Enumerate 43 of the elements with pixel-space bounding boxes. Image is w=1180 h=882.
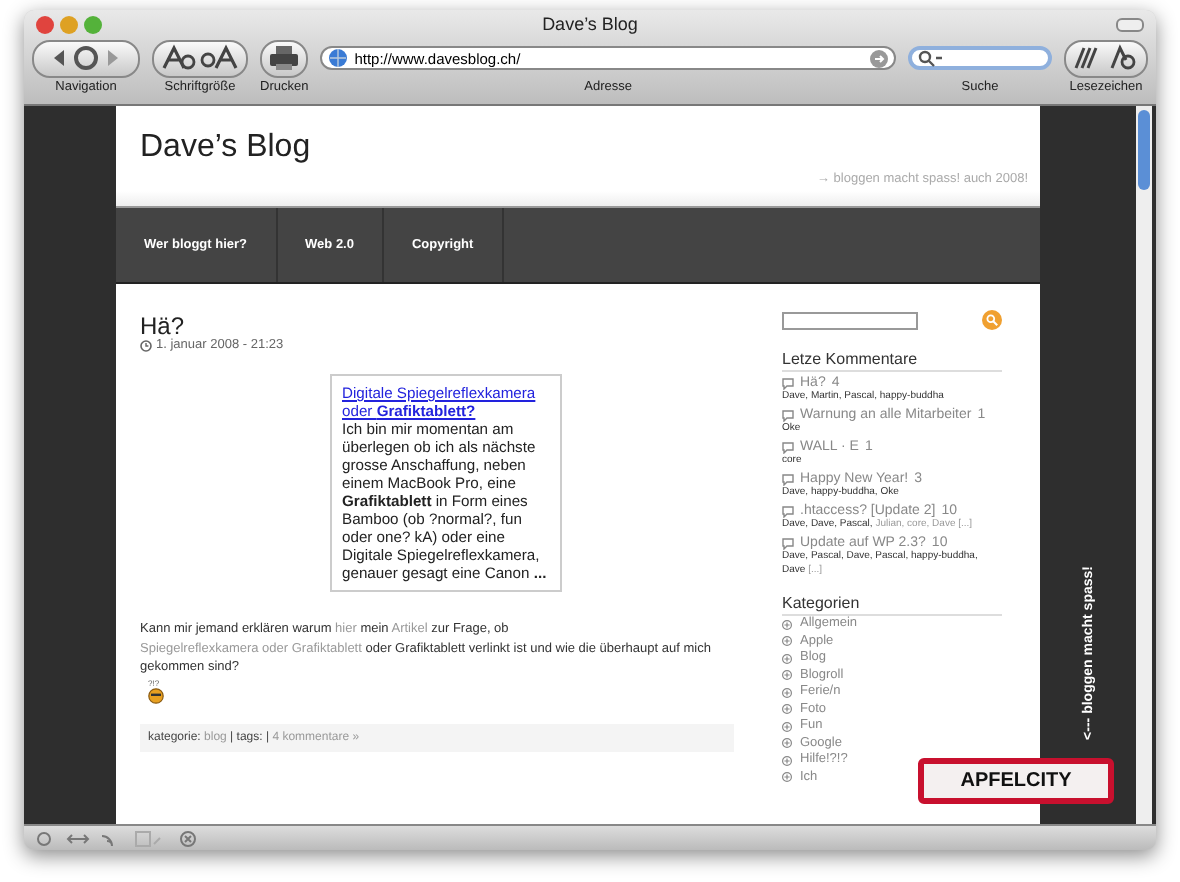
reload-icon[interactable]: [870, 49, 888, 67]
scroll-bar[interactable]: [1136, 106, 1152, 824]
plus-circle-icon: [782, 772, 792, 783]
back-forward-reload-button[interactable]: [32, 39, 140, 77]
plus-circle-icon: [782, 636, 792, 647]
speech-bubble-icon: [782, 537, 794, 549]
minimize-button[interactable]: [60, 15, 78, 33]
font-size-icon: [160, 44, 240, 72]
print-button[interactable]: [260, 39, 309, 77]
bookmarks-icon: [1072, 44, 1140, 72]
post-title[interactable]: Hä?: [140, 314, 734, 338]
speech-bubble-icon: [782, 409, 794, 421]
zoom-button[interactable]: [84, 15, 102, 33]
plus-circle-icon: [782, 738, 792, 749]
sidebar-heading: Kategorien: [782, 594, 1002, 616]
plus-circle-icon: [782, 721, 792, 732]
clock-icon: [140, 339, 152, 351]
bookmarks-button[interactable]: [1064, 39, 1148, 77]
toolbar-toggle-button[interactable]: [1116, 17, 1144, 31]
search-field[interactable]: [908, 46, 1052, 70]
plus-circle-icon: [782, 704, 792, 715]
printer-icon: [268, 44, 301, 72]
close-button[interactable]: [36, 15, 54, 33]
smiley-icon: [148, 687, 164, 703]
plus-circle-icon: [782, 687, 792, 698]
search-field[interactable]: [782, 311, 918, 329]
speech-bubble-icon: [782, 473, 794, 485]
town-sign[interactable]: APFELCITY: [918, 758, 1114, 804]
sidebar-heading: Letze Kommentare: [782, 350, 1002, 372]
font-size-button[interactable]: [152, 39, 248, 77]
plus-circle-icon: [782, 755, 792, 766]
globe-icon: [328, 48, 349, 68]
search-icon: [986, 314, 998, 326]
plus-circle-icon: [782, 670, 792, 681]
search-icon: [918, 49, 942, 67]
speech-bubble-icon: [782, 505, 794, 517]
plus-circle-icon: [782, 619, 792, 630]
speech-bubble-icon: [782, 377, 794, 389]
window-title: Dave’s Blog: [540, 14, 640, 34]
speech-bubble-icon: [782, 441, 794, 453]
search-button[interactable]: [982, 310, 1002, 330]
plus-circle-icon: [782, 653, 792, 664]
blog-title[interactable]: Dave’s Blog: [140, 130, 311, 166]
